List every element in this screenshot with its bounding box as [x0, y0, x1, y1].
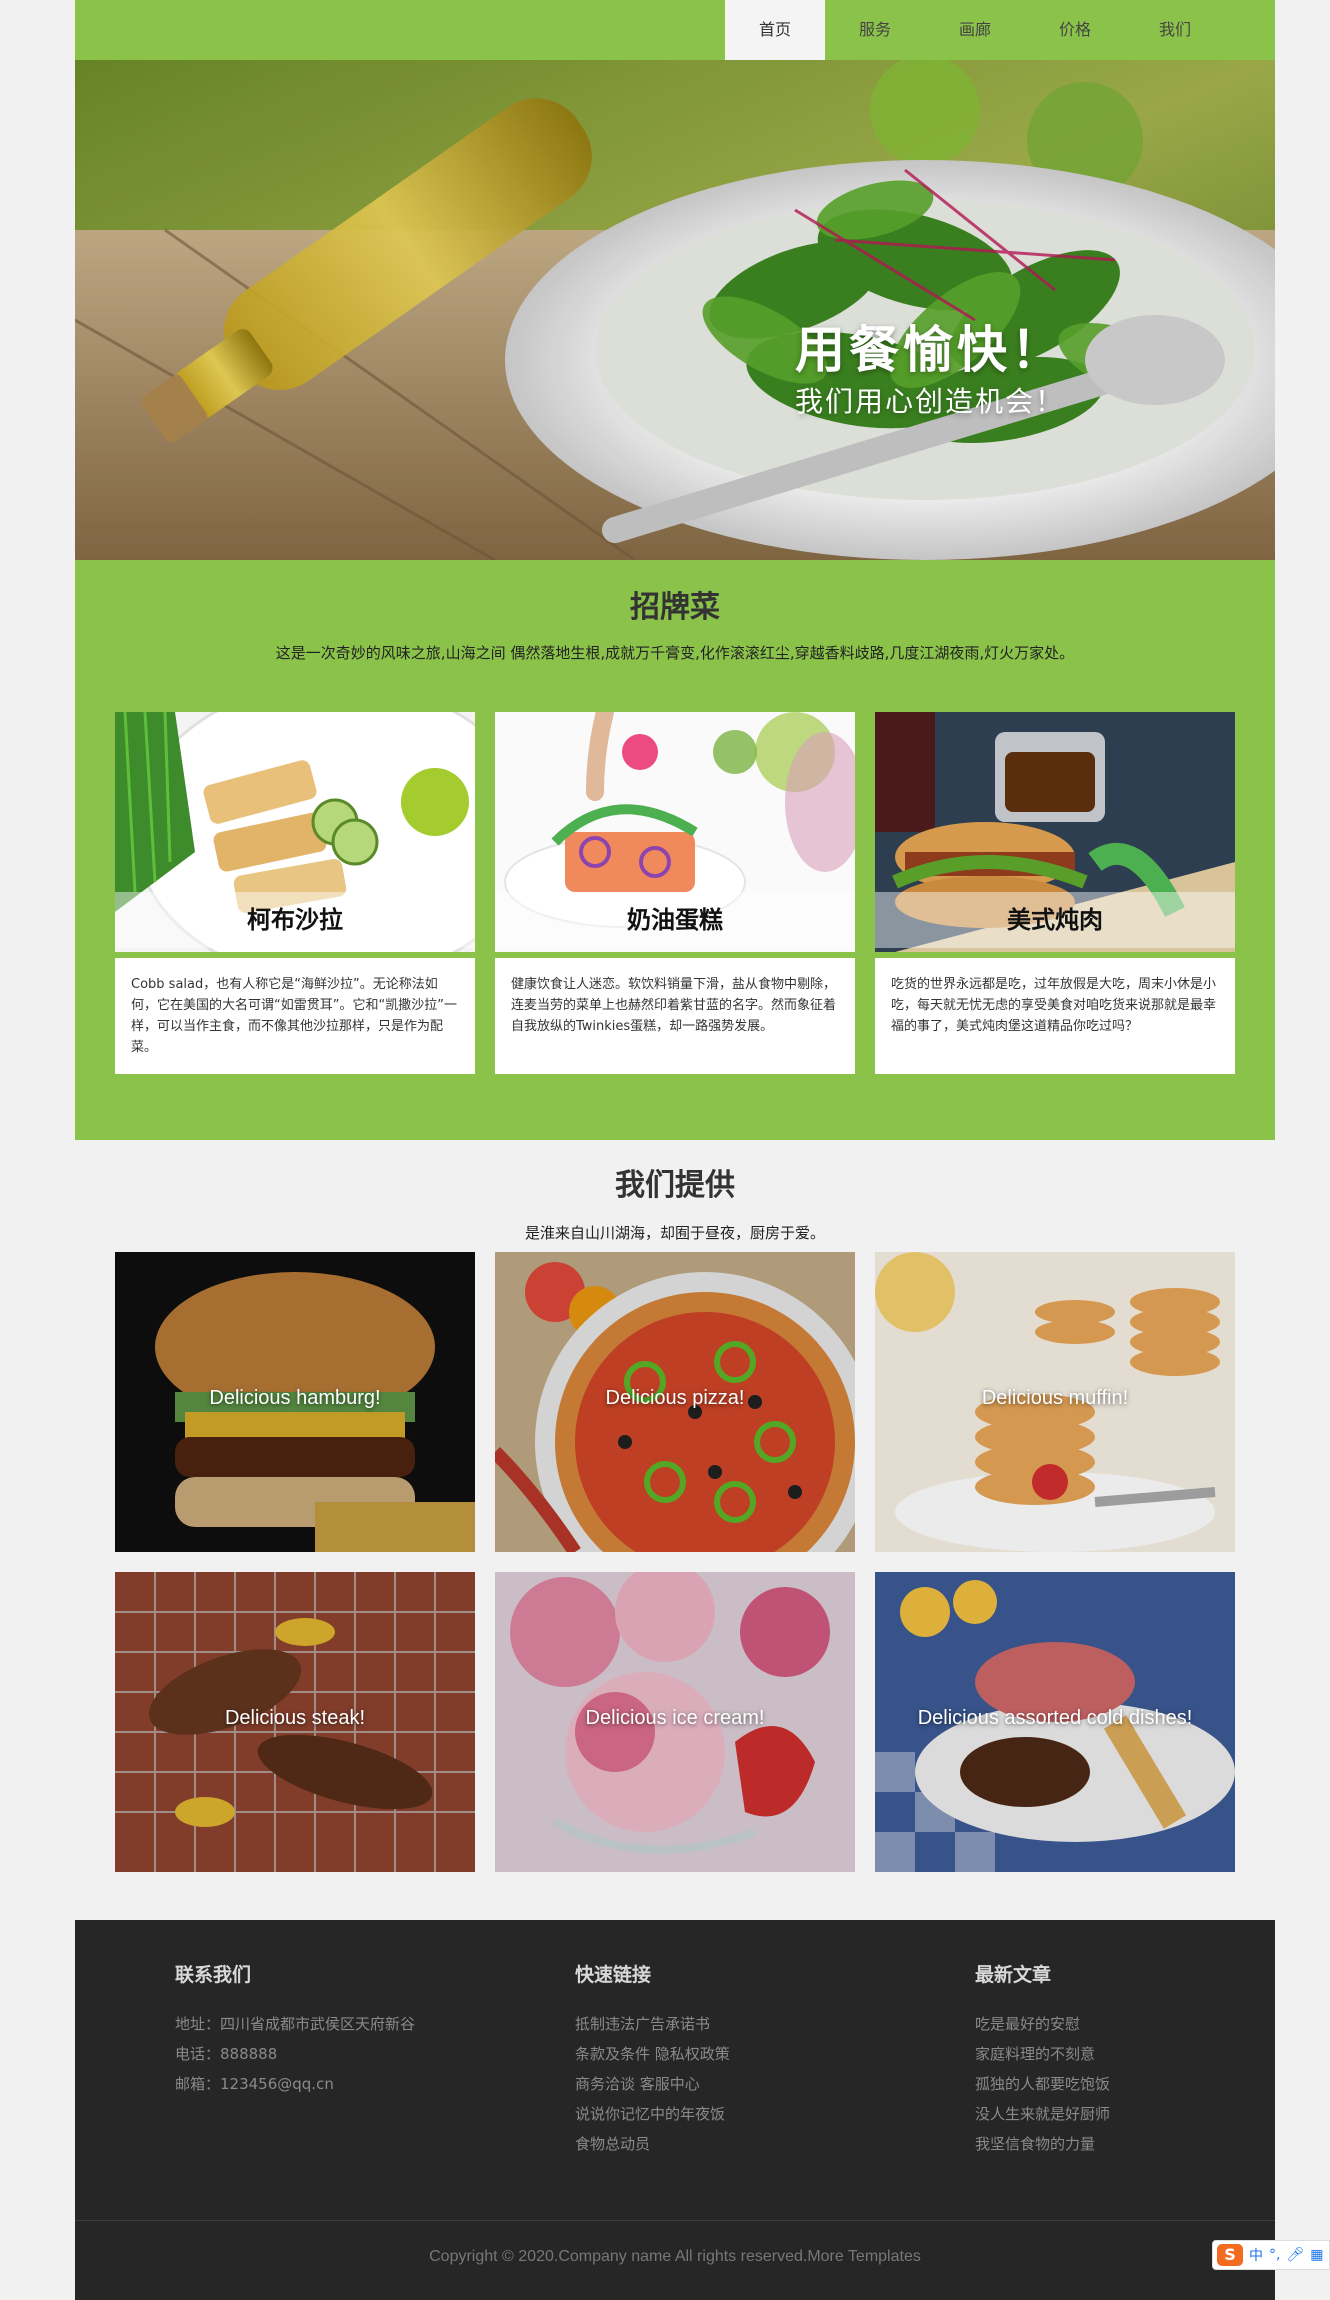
footer-link[interactable]: 条款及条件 隐私权政策	[575, 2039, 730, 2069]
ime-mode-label[interactable]: 中	[1249, 2245, 1263, 2265]
dish-description: 吃货的世界永远都是吃，过年放假是大吃，周末小休是小吃，每天就无忧无虑的享受美食对…	[875, 958, 1235, 1074]
footer-heading: 最新文章	[975, 1964, 1052, 1986]
hero-title: 用餐愉快！	[795, 321, 1065, 379]
food-tile[interactable]: Delicious muffin!	[875, 1252, 1235, 1552]
food-tile[interactable]: Delicious assorted cold dishes!	[875, 1572, 1235, 1872]
page: 首页 服务 画廊 价格 我们 用餐愉快！ 我们用心创造机会！ 招牌菜 这是一次奇…	[0, 0, 1330, 2300]
tile-caption: Delicious assorted cold dishes!	[917, 1707, 1193, 1729]
section-title: 我们提供	[615, 1168, 735, 1203]
article-link[interactable]: 孤独的人都要吃饱饭	[975, 2069, 1110, 2099]
site-footer: 联系我们 地址：四川省成都市武侯区天府新谷 电话：888888 邮箱：12345…	[75, 1920, 1275, 2300]
article-link[interactable]: 我坚信食物的力量	[975, 2129, 1110, 2159]
footer-heading: 快速链接	[575, 1964, 652, 1986]
food-tile[interactable]: Delicious pizza!	[495, 1252, 855, 1552]
footer-articles: 最新文章 吃是最好的安慰 家庭料理的不刻意 孤独的人都要吃饱饭 没人生来就是好厨…	[975, 1960, 1110, 2159]
tile-caption: Delicious hamburg!	[209, 1387, 381, 1409]
dish-name: 奶油蛋糕	[495, 892, 855, 948]
site-container: 首页 服务 画廊 价格 我们 用餐愉快！ 我们用心创造机会！ 招牌菜 这是一次奇…	[75, 0, 1275, 2300]
food-tile[interactable]: Delicious ice cream!	[495, 1572, 855, 1872]
dish-card[interactable]: 美式炖肉 吃货的世界永远都是吃，过年放假是大吃，周末小休是小吃，每天就无忧无虑的…	[875, 712, 1235, 1074]
tile-caption: Delicious muffin!	[981, 1387, 1129, 1409]
tile-caption: Delicious pizza!	[605, 1387, 745, 1409]
nav-item-gallery[interactable]: 画廊	[925, 0, 1025, 60]
dish-name: 美式炖肉	[875, 892, 1235, 948]
footer-link[interactable]: 食物总动员	[575, 2129, 730, 2159]
dish-card[interactable]: 柯布沙拉 Cobb salad，也有人称它是“海鲜沙拉”。无论称法如何，它在美国…	[115, 712, 475, 1074]
contact-email: 邮箱：123456@qq.cn	[175, 2075, 334, 2093]
article-link[interactable]: 没人生来就是好厨师	[975, 2099, 1110, 2129]
nav-item-home[interactable]: 首页	[725, 0, 825, 60]
footer-link[interactable]: 商务洽谈 客服中心	[575, 2069, 730, 2099]
article-link[interactable]: 家庭料理的不刻意	[975, 2039, 1110, 2069]
dish-name: 柯布沙拉	[115, 892, 475, 948]
contact-address: 地址：四川省成都市武侯区天府新谷	[175, 2015, 416, 2033]
sogou-logo-icon: S	[1217, 2244, 1243, 2266]
footer-heading: 联系我们	[175, 1964, 252, 1986]
dish-description: 健康饮食让人迷恋。软饮料销量下滑，盐从食物中剔除，连麦当劳的菜单上也赫然印着紫甘…	[495, 958, 855, 1074]
offer-section: 我们提供 是淮来自山川湖海，却囿于昼夜，厨房于爱。 Delicious hamb…	[75, 1140, 1275, 1920]
tile-caption: Delicious ice cream!	[585, 1707, 765, 1729]
footer-contact: 联系我们 地址：四川省成都市武侯区天府新谷 电话：888888 邮箱：12345…	[175, 1960, 415, 2099]
section-description: 是淮来自山川湖海，却囿于昼夜，厨房于爱。	[524, 1224, 825, 1242]
contact-phone: 电话：888888	[175, 2045, 278, 2063]
footer-divider	[75, 2220, 1275, 2221]
dish-description: Cobb salad，也有人称它是“海鲜沙拉”。无论称法如何，它在美国的大名可谓…	[115, 958, 475, 1074]
footer-link[interactable]: 说说你记忆中的年夜饭	[575, 2099, 730, 2129]
keyboard-icon[interactable]: ▦	[1310, 2247, 1323, 2263]
microphone-icon[interactable]: 🎤︎	[1286, 2247, 1304, 2263]
section-description: 这是一次奇妙的风味之旅,山海之间 偶然落地生根,成就万千膏变,化作滚滚红尘,穿越…	[275, 644, 1075, 662]
nav-item-services[interactable]: 服务	[825, 0, 925, 60]
food-tile[interactable]: Delicious steak!	[115, 1572, 475, 1872]
footer-link[interactable]: 抵制违法广告承诺书	[575, 2009, 730, 2039]
hero-salad-image	[75, 60, 1275, 560]
article-link[interactable]: 吃是最好的安慰	[975, 2009, 1110, 2039]
nav-item-about[interactable]: 我们	[1125, 0, 1225, 60]
ime-toolbar[interactable]: S 中 °, 🎤︎ ▦	[1212, 2240, 1330, 2270]
tile-caption: Delicious steak!	[224, 1707, 366, 1729]
nav-item-pricing[interactable]: 价格	[1025, 0, 1125, 60]
top-nav: 首页 服务 画廊 价格 我们	[75, 0, 1275, 60]
hero-subtitle: 我们用心创造机会！	[795, 385, 1066, 418]
hero-banner: 用餐愉快！ 我们用心创造机会！	[75, 60, 1275, 560]
food-tile[interactable]: Delicious hamburg!	[115, 1252, 475, 1552]
punctuation-icon[interactable]: °,	[1269, 2247, 1280, 2263]
dish-card[interactable]: 奶油蛋糕 健康饮食让人迷恋。软饮料销量下滑，盐从食物中剔除，连麦当劳的菜单上也赫…	[495, 712, 855, 1074]
copyright-text: Copyright © 2020.Company name All rights…	[429, 2248, 921, 2265]
section-title: 招牌菜	[630, 590, 720, 625]
nav-menu: 首页 服务 画廊 价格 我们	[725, 0, 1225, 60]
signature-section: 招牌菜 这是一次奇妙的风味之旅,山海之间 偶然落地生根,成就万千膏变,化作滚滚红…	[75, 560, 1275, 1140]
footer-quick-links: 快速链接 抵制违法广告承诺书 条款及条件 隐私权政策 商务洽谈 客服中心 说说你…	[575, 1960, 730, 2159]
